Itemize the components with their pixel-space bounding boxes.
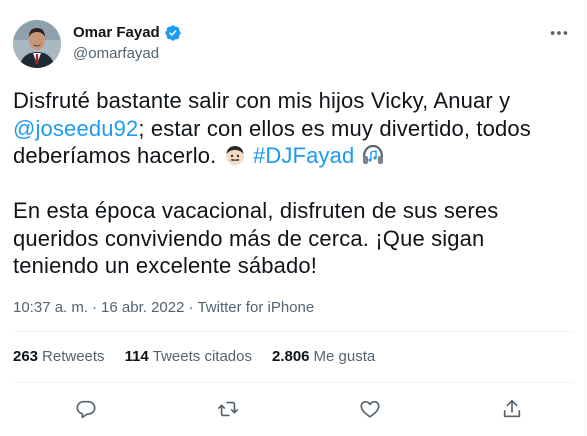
verified-badge-icon: [165, 25, 181, 41]
author-handle[interactable]: @omarfayad: [73, 44, 159, 64]
tweet-text-part3: deberíamos hacerlo.: [13, 143, 217, 168]
retweets-count: 263: [13, 348, 39, 365]
tweet-text-part2: ; estar con ellos es muy divertido, todo…: [138, 115, 531, 141]
tweet-text: Disfruté bastante salir con mis hijos Vi…: [13, 87, 573, 280]
retweets-label: Retweets: [42, 348, 105, 365]
quotes-count: 114: [124, 348, 149, 365]
retweet-icon[interactable]: [217, 398, 239, 420]
tweet-meta: 10:37 a. m. · 16 abr. 2022 · Twitter for iPh…: [13, 298, 314, 318]
quotes-label: Tweets citados: [152, 348, 252, 365]
tweet-text-paragraph2: En esta época vacacional, disfruten de s…: [13, 198, 499, 278]
author-name[interactable]: Omar Fayad: [73, 23, 160, 43]
share-icon[interactable]: [501, 398, 523, 420]
tweet-card: Omar Fayad @omarfayad Disfruté bastante …: [0, 0, 586, 436]
tweet-stats: 263 Retweets 114 Tweets citados 2.806 Me gu…: [13, 347, 375, 367]
likes-label: Me gusta: [313, 348, 376, 365]
mention-link[interactable]: @joseedu92: [13, 116, 138, 141]
likes-stat[interactable]: 2.806 Me gusta: [272, 347, 375, 367]
like-icon[interactable]: [359, 398, 381, 420]
tweet-time[interactable]: 10:37 a. m.: [13, 299, 88, 316]
man-face-emoji: [225, 146, 244, 165]
divider-bottom: [13, 382, 573, 383]
avatar[interactable]: [13, 20, 61, 68]
quotes-stat[interactable]: 114 Tweets citados: [125, 347, 252, 367]
headphones-emoji: [362, 144, 383, 164]
tweet-text-part1: Disfruté bastante salir con mis hijos Vi…: [13, 88, 511, 113]
more-options-icon[interactable]: [548, 22, 570, 44]
tweet-date[interactable]: 16 abr. 2022: [101, 299, 184, 316]
meta-separator: ·: [92, 299, 98, 316]
tweet-source[interactable]: Twitter for iPhone: [197, 299, 314, 316]
hashtag-link[interactable]: #DJFayad: [253, 143, 354, 168]
retweets-stat[interactable]: 263 Retweets: [13, 347, 105, 367]
reply-icon[interactable]: [75, 398, 97, 420]
author-name-row[interactable]: Omar Fayad: [73, 23, 182, 43]
divider-top: [13, 331, 573, 332]
tweet-actions: [13, 394, 573, 426]
meta-separator-2: ·: [188, 299, 194, 316]
likes-count: 2.806: [271, 348, 310, 365]
avatar-image: [13, 20, 61, 68]
